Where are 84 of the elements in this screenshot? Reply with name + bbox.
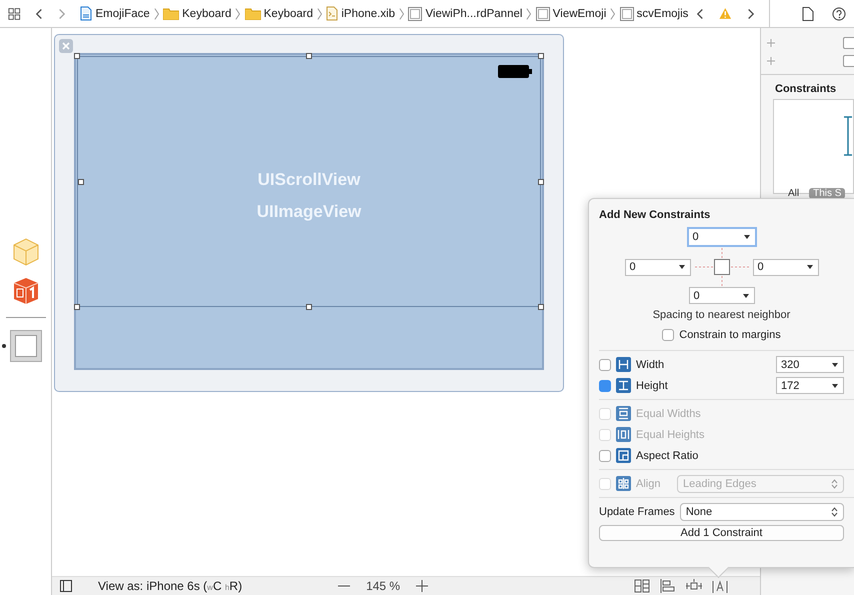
chevron-icon bbox=[154, 6, 160, 20]
resolve-icon[interactable] bbox=[712, 579, 728, 593]
sidebar-toggle-icon[interactable] bbox=[60, 580, 72, 592]
forward-icon[interactable] bbox=[746, 6, 755, 20]
chevron-icon bbox=[316, 6, 322, 20]
update-frames-label: Update Frames bbox=[599, 506, 675, 518]
constraint-label: Equal Heights bbox=[636, 428, 706, 440]
resize-handle[interactable] bbox=[538, 178, 544, 184]
spacing-caption: Spacing to nearest neighbor bbox=[652, 309, 792, 321]
add-constraints-button[interactable]: Add 1 Constraint bbox=[599, 525, 844, 541]
back-icon[interactable] bbox=[34, 6, 44, 20]
breadcrumb-item[interactable]: EmojiFace bbox=[80, 6, 150, 21]
help-icon[interactable] bbox=[832, 6, 846, 20]
checkbox[interactable] bbox=[843, 37, 854, 49]
breadcrumb-item[interactable]: ViewEmoji bbox=[536, 6, 606, 20]
constraint-value-field[interactable]: 172 bbox=[776, 377, 844, 394]
breadcrumb-item[interactable]: Keyboard bbox=[163, 7, 232, 20]
chevron-icon bbox=[610, 6, 616, 20]
stepper-icon bbox=[831, 478, 838, 488]
constraint-label: Aspect Ratio bbox=[636, 450, 700, 462]
guide-line bbox=[694, 266, 713, 268]
constraint-value-field[interactable]: 320 bbox=[776, 356, 844, 373]
checkbox[interactable] bbox=[599, 450, 611, 462]
view-icon bbox=[620, 6, 634, 20]
constraint-label: Align bbox=[636, 478, 662, 490]
view-thumbnail[interactable] bbox=[10, 330, 42, 362]
resize-handle[interactable] bbox=[74, 304, 80, 310]
resize-handle[interactable] bbox=[538, 53, 544, 59]
update-frames-popup[interactable]: None bbox=[680, 502, 844, 520]
chevron-icon bbox=[235, 6, 241, 20]
chevron-icon bbox=[399, 6, 404, 20]
resize-handle[interactable] bbox=[78, 178, 84, 184]
view-square bbox=[714, 259, 730, 275]
project-file-icon bbox=[80, 6, 92, 21]
align-icon[interactable] bbox=[660, 579, 676, 593]
stack-icon[interactable] bbox=[634, 579, 650, 593]
equal-widths-constraint-icon bbox=[616, 406, 631, 421]
chevron-icon bbox=[526, 6, 532, 20]
folder-icon bbox=[244, 7, 261, 20]
view-label: UIScrollView bbox=[258, 170, 360, 190]
top-spacing-field[interactable]: 0 bbox=[686, 227, 756, 247]
guide-line bbox=[730, 266, 749, 268]
align-constraint-icon bbox=[616, 476, 631, 491]
equal-heights-constraint-icon bbox=[616, 427, 631, 442]
trailing-spacing-field[interactable]: 0 bbox=[752, 258, 818, 276]
popover-title: Add New Constraints bbox=[599, 209, 712, 221]
view-icon bbox=[408, 6, 422, 20]
zoom-in-icon[interactable] bbox=[416, 580, 428, 592]
grid-icon[interactable] bbox=[8, 6, 21, 20]
checkbox[interactable] bbox=[599, 380, 611, 392]
battery-icon bbox=[498, 65, 532, 78]
back-icon[interactable] bbox=[696, 6, 706, 20]
resize-handle[interactable] bbox=[74, 53, 80, 59]
document-icon bbox=[326, 6, 338, 21]
bottom-spacing-field[interactable]: 0 bbox=[688, 287, 754, 304]
constraint-label: Equal Widths bbox=[636, 408, 702, 420]
view-label: UIImageView bbox=[256, 202, 362, 222]
filter-tab[interactable]: All bbox=[784, 188, 804, 199]
constraint-label: Height bbox=[636, 380, 669, 392]
aspect-constraint-icon bbox=[616, 448, 631, 463]
zoom-level: 145 % bbox=[366, 579, 400, 593]
resize-handle[interactable] bbox=[538, 304, 544, 310]
bullet-icon bbox=[2, 344, 6, 348]
resize-handle[interactable] bbox=[306, 53, 312, 59]
checkbox[interactable] bbox=[843, 55, 854, 67]
file-icon[interactable] bbox=[802, 6, 814, 20]
checkbox[interactable] bbox=[662, 329, 674, 341]
height-constraint-icon bbox=[616, 378, 631, 393]
stepper-icon bbox=[831, 506, 838, 516]
height-constraint-icon bbox=[843, 116, 853, 156]
constraint-label: Width bbox=[636, 358, 666, 370]
folder-icon bbox=[163, 7, 180, 20]
width-constraint-icon bbox=[616, 357, 631, 372]
leading-spacing-field[interactable]: 0 bbox=[624, 258, 690, 276]
guide-line bbox=[721, 276, 722, 286]
breadcrumb-item[interactable]: Keyboard bbox=[244, 7, 313, 20]
breadcrumb-item[interactable]: scvEmojis bbox=[620, 6, 688, 20]
breadcrumb-item[interactable]: iPhone.xib bbox=[326, 6, 396, 21]
resize-handle[interactable] bbox=[306, 304, 312, 310]
checkbox[interactable] bbox=[599, 358, 611, 370]
guide-line bbox=[721, 248, 722, 258]
breadcrumb-item[interactable]: ViewiPh...rdPannel bbox=[408, 6, 522, 20]
view-icon bbox=[536, 6, 550, 20]
checkbox-label: Constrain to margins bbox=[679, 329, 781, 341]
